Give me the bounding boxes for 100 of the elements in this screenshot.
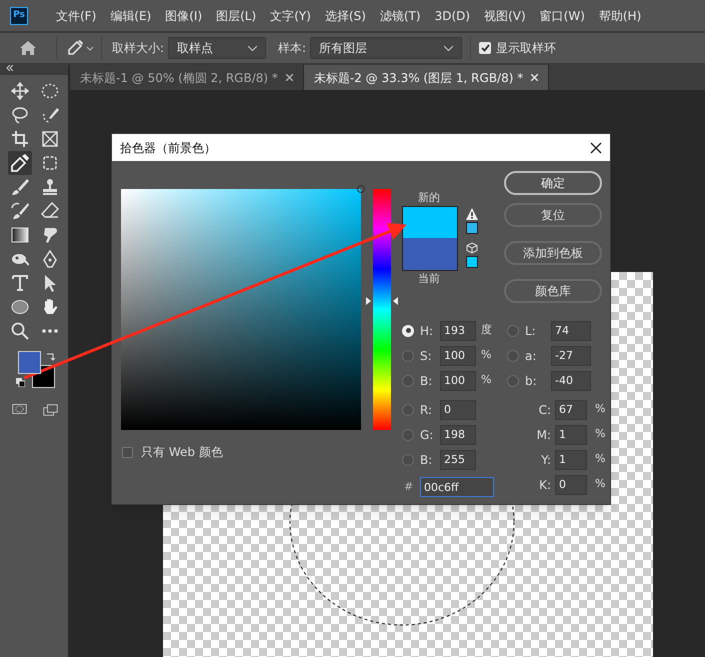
checkbox-label: 显示取样环 <box>496 40 556 57</box>
field-label: H: <box>420 322 434 340</box>
quick-mask-icon[interactable] <box>12 402 27 416</box>
zoom-icon <box>11 322 29 340</box>
more-icon <box>41 328 59 334</box>
default-colors-icon[interactable] <box>16 378 25 387</box>
dialog-button[interactable]: 复位 <box>504 203 602 227</box>
field-label: L: <box>525 322 537 340</box>
menu-item[interactable]: 3D(D) <box>434 6 470 24</box>
input-field[interactable]: 193 <box>440 320 476 340</box>
web-color-swatch[interactable] <box>466 256 478 268</box>
stamp-icon <box>41 178 59 196</box>
radio-button[interactable] <box>402 350 414 362</box>
caret-icon <box>248 46 258 50</box>
input-field[interactable]: 255 <box>440 450 476 470</box>
field-label: C: <box>538 402 551 418</box>
dropdown[interactable]: 所有图层 <box>310 37 462 59</box>
field-label: Y: <box>540 452 551 468</box>
dropdown[interactable]: 取样点 <box>168 37 266 59</box>
input-field[interactable]: 1 <box>555 424 587 444</box>
menu-item[interactable]: 编辑(E) <box>110 6 152 24</box>
menu-item[interactable]: 帮助(H) <box>598 6 642 24</box>
app-logo: Ps <box>10 6 28 24</box>
menu-item[interactable]: 滤镜(T) <box>380 6 421 24</box>
radio-button[interactable] <box>402 374 414 386</box>
field-label: 样本: <box>278 40 306 57</box>
input-field[interactable]: 0 <box>555 474 587 494</box>
menu-item[interactable]: 文件(F) <box>56 6 96 24</box>
swap-icon[interactable] <box>46 353 55 362</box>
dialog-button[interactable]: 添加到色板 <box>504 241 602 265</box>
field-label: B: <box>420 372 434 390</box>
dialog-button[interactable]: 颜色库 <box>504 279 602 303</box>
unit-label: % <box>595 476 606 492</box>
eraser-icon <box>41 202 59 220</box>
hue-slider-thumb[interactable] <box>366 296 398 305</box>
warning-icon[interactable] <box>466 208 478 220</box>
input-field[interactable]: -40 <box>551 370 591 390</box>
close-icon[interactable] <box>590 142 602 154</box>
type-icon <box>11 274 29 292</box>
input-field[interactable]: 1 <box>555 450 587 470</box>
field-label: 取样大小: <box>112 40 164 57</box>
menu-item[interactable]: 选择(S) <box>324 6 366 24</box>
radio-button[interactable] <box>402 454 414 466</box>
input-field[interactable]: 67 <box>555 400 587 420</box>
menu-item[interactable]: 窗口(W) <box>540 6 585 24</box>
unit-label: % <box>481 372 492 388</box>
foreground-swatch[interactable] <box>18 351 41 374</box>
caret-icon <box>444 46 454 50</box>
field-label: R: <box>420 402 434 418</box>
ellipse-icon <box>11 298 29 316</box>
menu-item[interactable]: 文字(Y) <box>270 6 311 24</box>
menu-item[interactable]: 视图(V) <box>484 6 526 24</box>
input-field[interactable]: 74 <box>551 320 591 340</box>
gamut-color-swatch[interactable] <box>466 222 478 234</box>
cube-icon[interactable] <box>466 242 478 254</box>
hex-label: # <box>404 478 414 495</box>
color-marker[interactable] <box>357 185 365 193</box>
menu-item[interactable]: 图层(L) <box>216 6 256 24</box>
frame-icon <box>41 130 59 148</box>
current-color-swatch[interactable] <box>402 238 458 271</box>
field-label: K: <box>538 476 551 494</box>
home-icon[interactable] <box>20 41 36 55</box>
input-field[interactable]: -27 <box>551 346 591 366</box>
unit-label: % <box>595 426 606 442</box>
input-field[interactable]: 100 <box>440 346 476 366</box>
input-field[interactable]: 100 <box>440 370 476 390</box>
ellipse-marquee-icon <box>41 82 59 100</box>
screen-mode-icon[interactable] <box>43 402 58 418</box>
current-color-label: 当前 <box>418 271 440 287</box>
checkbox[interactable] <box>479 42 492 54</box>
quick-select-icon <box>41 106 59 124</box>
field-label: a: <box>525 348 538 364</box>
radio-button[interactable] <box>402 324 414 336</box>
unit-label: % <box>481 347 492 364</box>
lasso-icon <box>11 106 29 124</box>
gradient-icon <box>11 226 29 244</box>
input-field[interactable]: 0 <box>440 400 476 420</box>
hue-slider[interactable] <box>366 189 398 430</box>
radio-button[interactable] <box>402 428 414 440</box>
field-label: S: <box>420 348 433 364</box>
radio-button[interactable] <box>507 374 519 386</box>
collapse-icon[interactable] <box>6 65 14 71</box>
radio-button[interactable] <box>402 404 414 416</box>
field-label: M: <box>536 426 551 444</box>
document-tab[interactable]: 未标题-2 @ 33.3% (图层 1, RGB/8) * <box>304 65 550 90</box>
field-label: B: <box>420 452 434 468</box>
dialog-title: 拾色器（前景色） <box>120 140 216 156</box>
tool-button[interactable] <box>8 151 32 175</box>
menu-item[interactable]: 图像(I) <box>165 6 202 24</box>
pen-icon <box>41 250 59 268</box>
checkbox-label: 只有 Web 颜色 <box>141 444 223 461</box>
hand-icon <box>41 298 59 316</box>
input-field[interactable]: 00c6ff <box>420 477 494 497</box>
input-field[interactable]: 198 <box>440 424 476 444</box>
dialog-button[interactable]: 确定 <box>504 171 602 195</box>
radio-button[interactable] <box>507 324 519 336</box>
checkbox[interactable] <box>122 446 133 458</box>
field-label: b: <box>525 372 538 390</box>
tool-button[interactable] <box>8 79 32 103</box>
radio-button[interactable] <box>507 350 519 362</box>
